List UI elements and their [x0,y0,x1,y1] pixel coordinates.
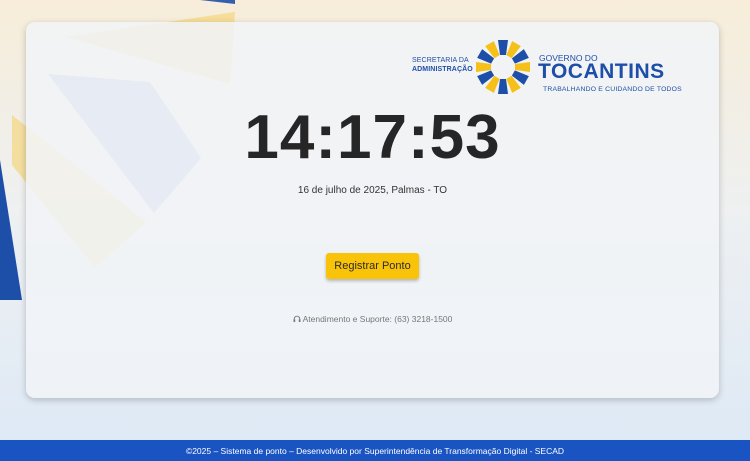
support-text: Atendimento e Suporte: (63) 3218-1500 [302,314,453,324]
logo-secretaria-line2: ADMINISTRAÇÃO [412,66,473,73]
clock-time: 14:17:53 [244,103,501,172]
register-button[interactable]: Registrar Ponto [326,253,419,279]
clock-date: 16 de julho de 2025, Palmas - TO [297,185,448,196]
sun-emblem-icon [476,40,530,94]
headset-icon [293,315,301,325]
logo-tagline: TRABALHANDO E CUIDANDO DE TODOS [543,86,682,93]
logo-secretaria-line1: SECRETARIA DA [412,57,469,64]
bg-shape-yellow-top-edge [200,0,235,4]
footer-text: ©2025 – Sistema de ponto – Desenvolvido … [185,445,565,456]
clock-card: SECRETARIA DA ADMINISTRAÇÃO GOVERNO DO T… [26,22,719,398]
governo-tocantins-logo: SECRETARIA DA ADMINISTRAÇÃO GOVERNO DO T… [412,38,682,98]
bg-shape-blue-left [0,160,22,300]
logo-tocantins: TOCANTINS [538,60,665,83]
footer: ©2025 – Sistema de ponto – Desenvolvido … [0,440,750,461]
support-info: Atendimento e Suporte: (63) 3218-1500 [26,314,719,325]
